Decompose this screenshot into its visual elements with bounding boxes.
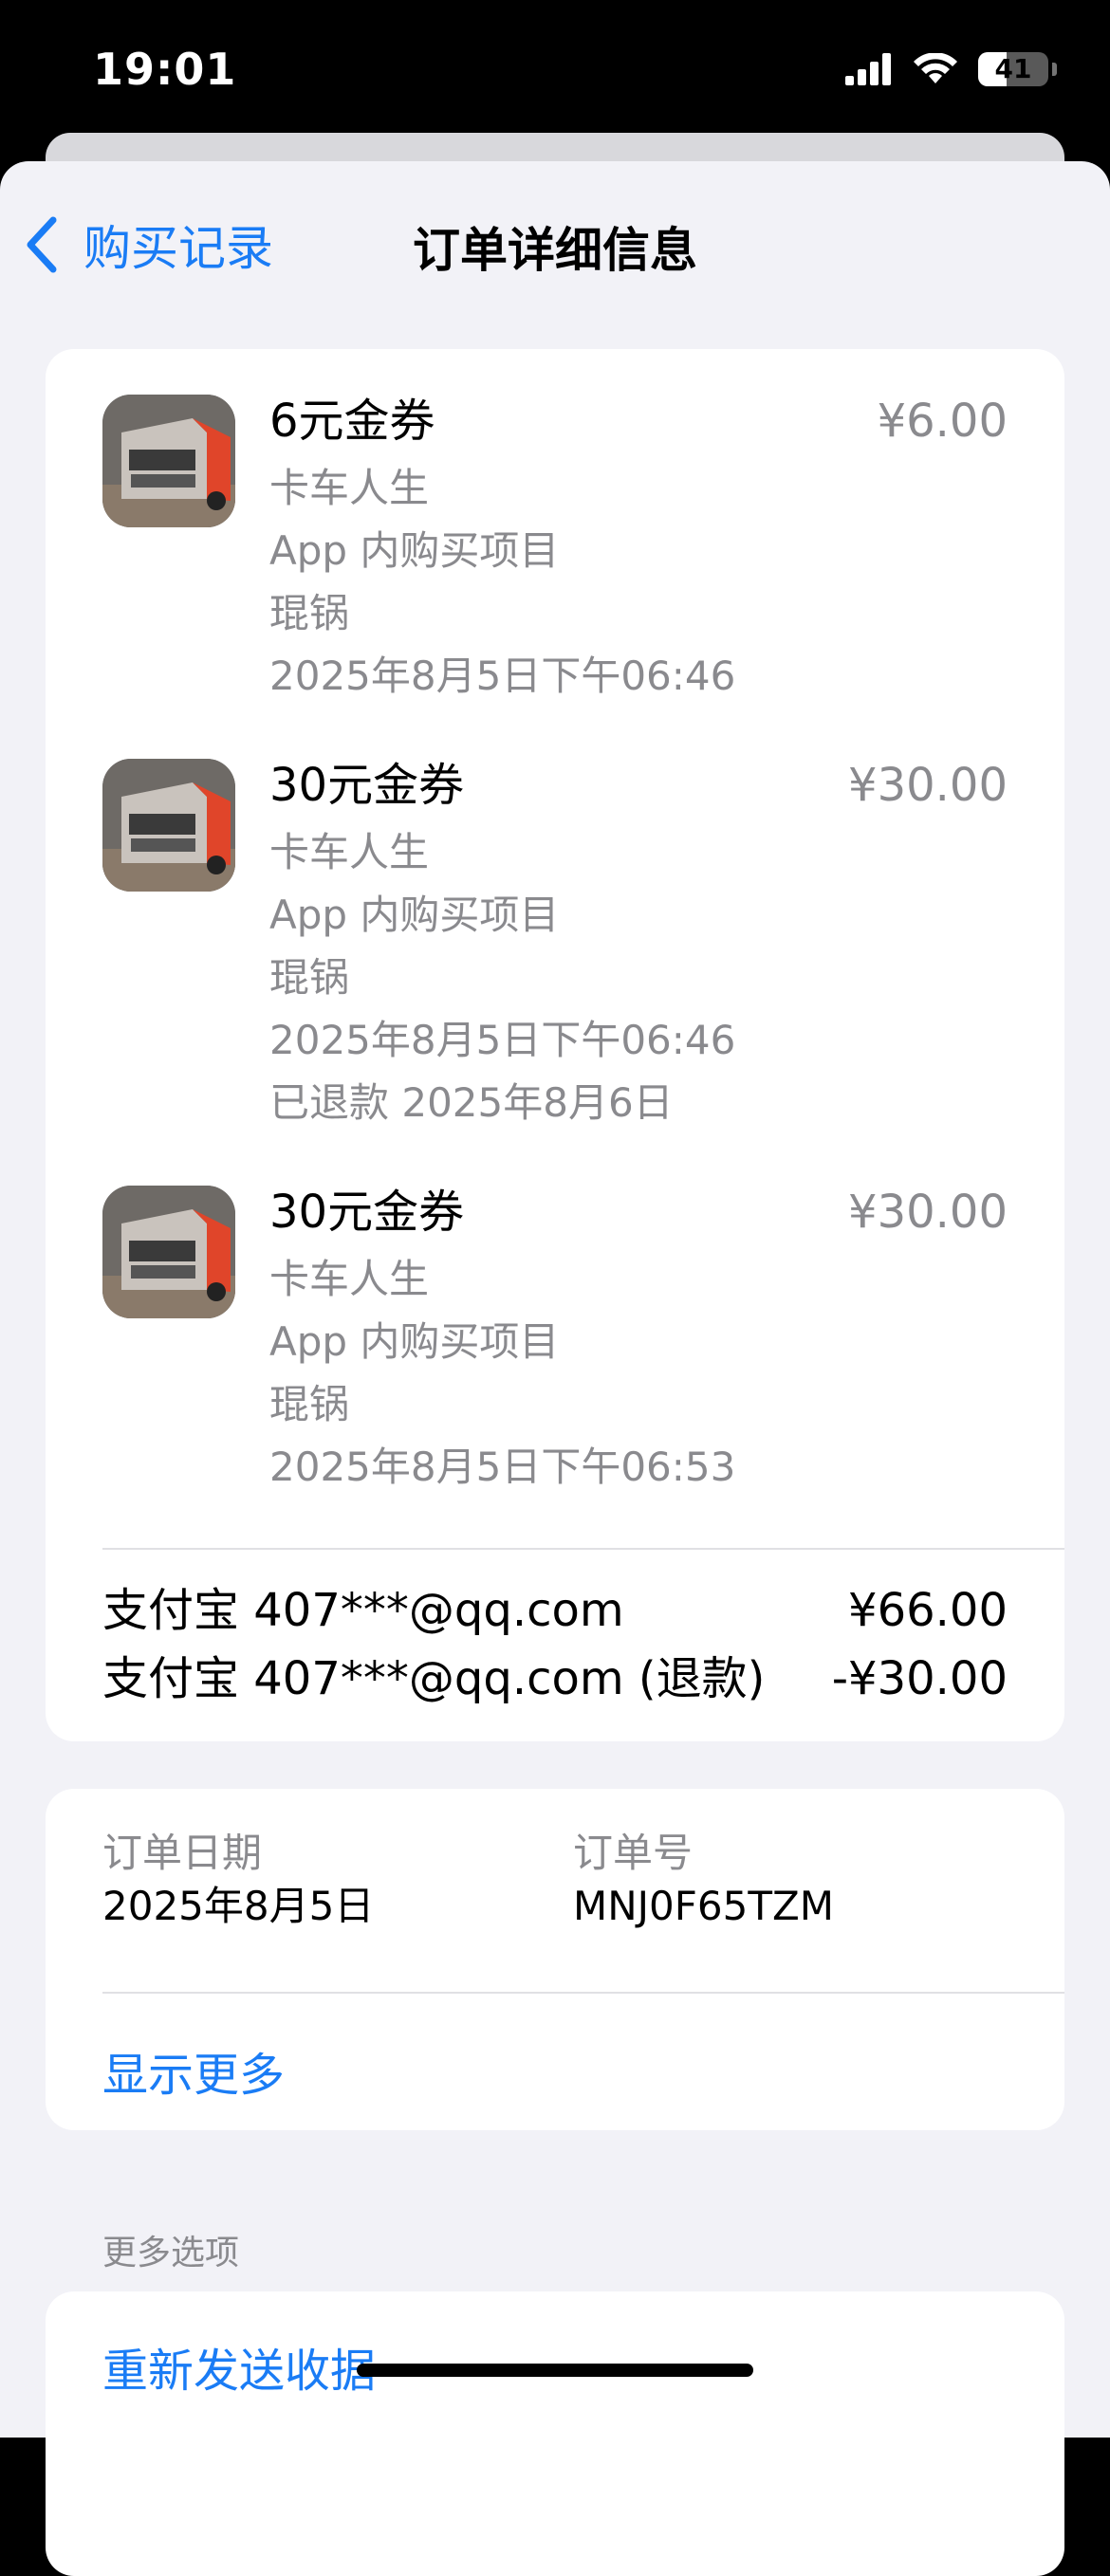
navigation-bar: 购买记录 订单详细信息 xyxy=(0,161,1110,322)
divider xyxy=(102,1992,1064,1994)
home-indicator[interactable] xyxy=(357,2364,753,2377)
battery-level: 41 xyxy=(994,53,1032,84)
order-number-label: 订单号 xyxy=(573,1830,694,1876)
item-price: ¥30.00 xyxy=(848,759,1008,812)
item-refund-status: 已退款 2025年8月6日 xyxy=(269,1079,674,1126)
purchase-item[interactable]: 6元金券 卡车人生 App 内购买项目 琨锅 2025年8月5日下午06:46 … xyxy=(102,395,1008,717)
status-time: 19:01 xyxy=(93,44,237,95)
item-user: 琨锅 xyxy=(269,954,350,1001)
order-number-value[interactable]: MNJ0F65TZM xyxy=(573,1880,834,1933)
show-more-button[interactable]: 显示更多 xyxy=(102,2037,285,2104)
divider xyxy=(102,1548,1064,1550)
order-date-value: 2025年8月5日 xyxy=(102,1883,375,1929)
cellular-signal-icon xyxy=(845,53,891,85)
order-detail-sheet: 购买记录 订单详细信息 6元金券 卡车人生 App 内购买项目 琨锅 2025年… xyxy=(0,161,1110,2576)
item-type: App 内购买项目 xyxy=(269,892,560,938)
resend-receipt-button[interactable]: 重新发送收据 xyxy=(102,2333,376,2400)
app-icon xyxy=(102,759,235,892)
item-details: 30元金券 卡车人生 App 内购买项目 琨锅 2025年8月5日下午06:46… xyxy=(269,759,1008,1134)
purchase-item[interactable]: 30元金券 卡车人生 App 内购买项目 琨锅 2025年8月5日下午06:53… xyxy=(102,1186,1008,1508)
item-datetime: 2025年8月5日下午06:53 xyxy=(269,1444,736,1490)
item-type: App 内购买项目 xyxy=(269,527,560,574)
item-datetime: 2025年8月5日下午06:46 xyxy=(269,1017,736,1063)
wifi-icon xyxy=(914,53,957,83)
item-price: ¥6.00 xyxy=(877,395,1008,448)
order-number: 订单号 MNJ0F65TZM xyxy=(573,1827,834,1933)
item-datetime: 2025年8月5日下午06:46 xyxy=(269,653,736,699)
order-info-card: 订单日期 2025年8月5日 订单号 MNJ0F65TZM 显示更多 xyxy=(46,1789,1064,2130)
payment-row: 支付宝 407***@qq.com ¥66.00 xyxy=(102,1582,1008,1639)
order-date: 订单日期 2025年8月5日 xyxy=(102,1827,374,1933)
item-type: App 内购买项目 xyxy=(269,1318,560,1365)
payment-amount: ¥66.00 xyxy=(848,1584,1008,1637)
refund-method: 支付宝 407***@qq.com (退款) xyxy=(102,1652,766,1705)
refund-amount: -¥30.00 xyxy=(831,1652,1008,1705)
purchase-items-card: 6元金券 卡车人生 App 内购买项目 琨锅 2025年8月5日下午06:46 … xyxy=(46,349,1064,1741)
refund-row: 支付宝 407***@qq.com (退款) -¥30.00 xyxy=(102,1650,1008,1707)
app-icon xyxy=(102,1186,235,1318)
item-app-name: 卡车人生 xyxy=(269,465,430,511)
battery-tip xyxy=(1052,63,1057,76)
purchase-item[interactable]: 30元金券 卡车人生 App 内购买项目 琨锅 2025年8月5日下午06:46… xyxy=(102,759,1008,1138)
item-user: 琨锅 xyxy=(269,1381,350,1427)
status-icons: 41 xyxy=(845,47,1057,91)
item-user: 琨锅 xyxy=(269,590,350,636)
app-icon xyxy=(102,395,235,527)
page-title: 订单详细信息 xyxy=(413,223,697,278)
item-app-name: 卡车人生 xyxy=(269,1256,430,1302)
payment-method: 支付宝 407***@qq.com xyxy=(102,1584,624,1637)
more-options-card: 重新发送收据 xyxy=(46,2291,1064,2576)
more-options-header: 更多选项 xyxy=(102,2234,240,2272)
item-app-name: 卡车人生 xyxy=(269,829,430,875)
battery-icon: 41 xyxy=(978,52,1048,86)
order-date-label: 订单日期 xyxy=(102,1830,263,1876)
item-price: ¥30.00 xyxy=(848,1186,1008,1239)
status-bar: 19:01 41 xyxy=(0,0,1110,142)
